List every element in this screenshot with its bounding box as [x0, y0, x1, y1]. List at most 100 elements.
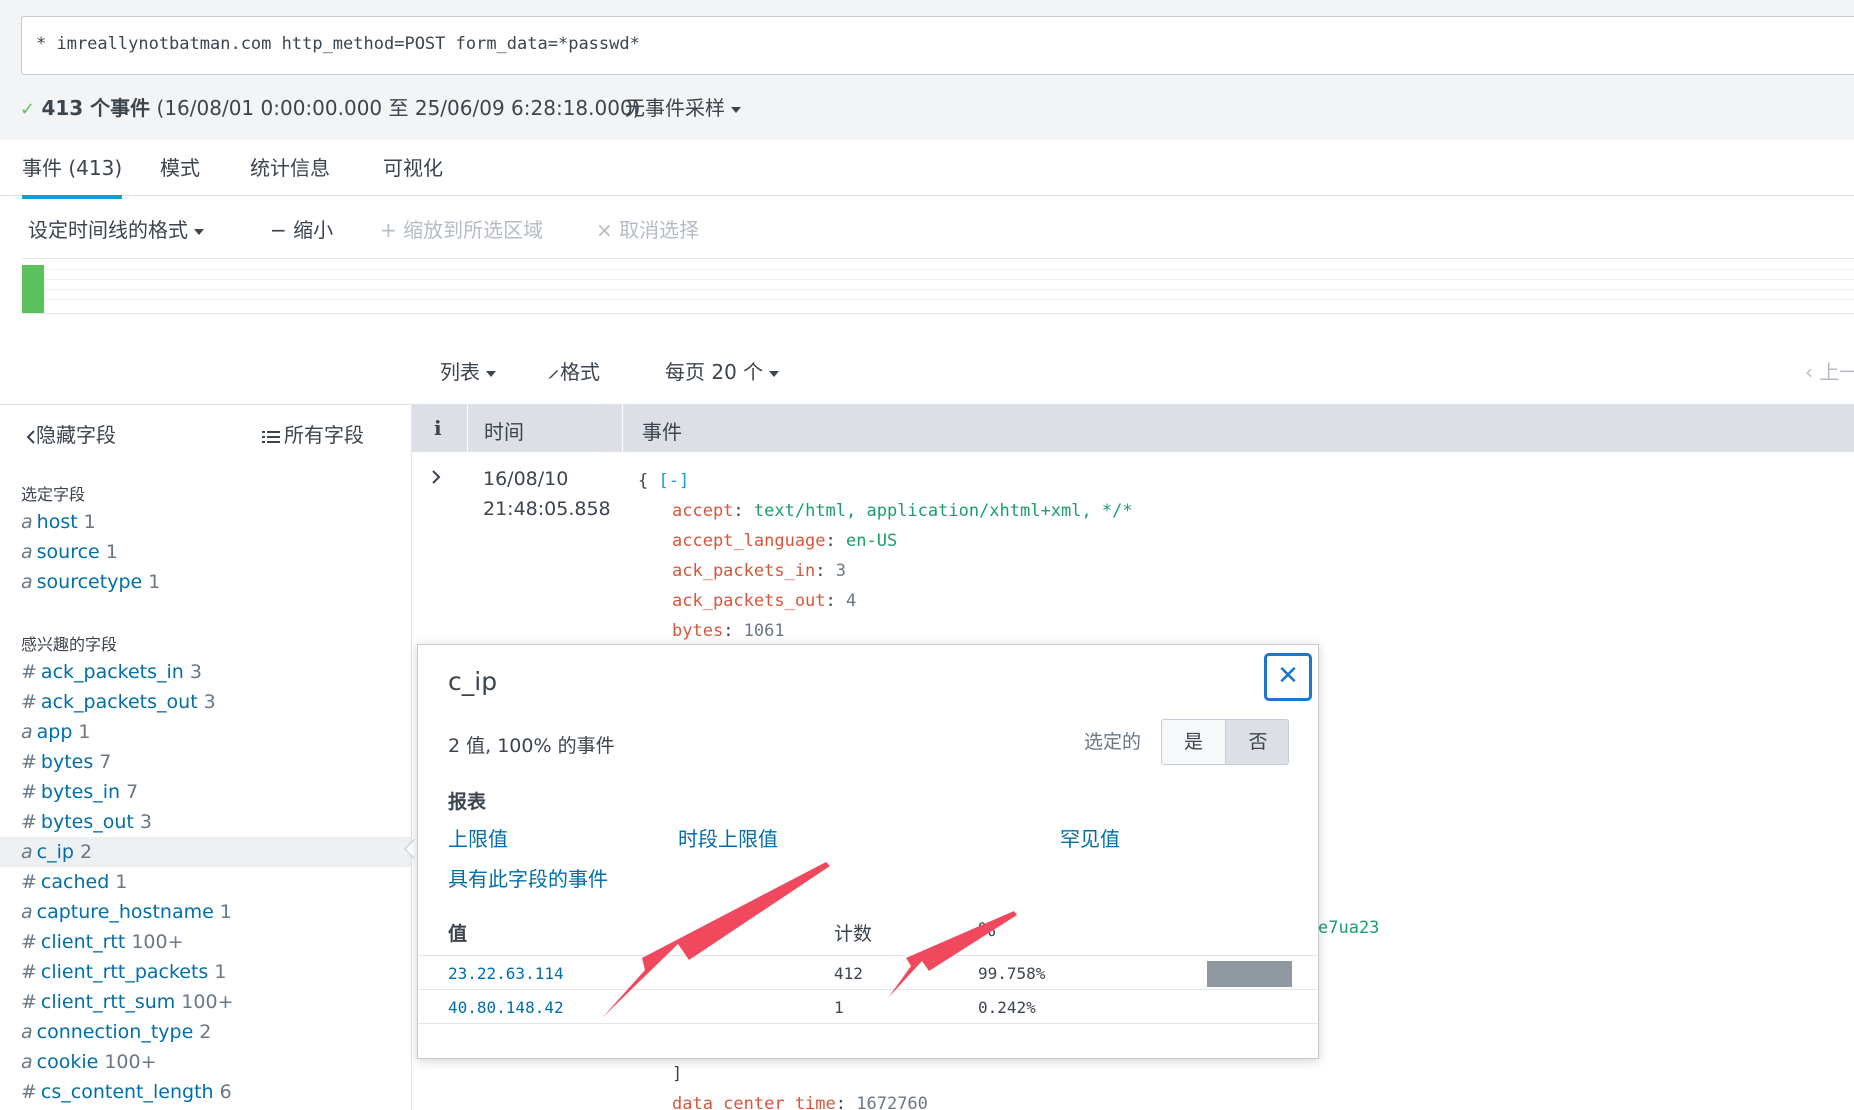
- field-name[interactable]: cs_content_length: [41, 1081, 214, 1103]
- event-partial-value[interactable]: e7ua23: [1318, 918, 1379, 938]
- value-row[interactable]: 23.22.63.114 412 99.758%: [418, 955, 1318, 989]
- field-item-capture-hostname[interactable]: a capture_hostname 1: [0, 897, 411, 927]
- zoom-to-selection-button[interactable]: + 缩放到所选区域: [380, 214, 543, 243]
- field-count: 1: [78, 721, 91, 743]
- field-item-source[interactable]: a source 1: [0, 537, 411, 567]
- all-fields-button[interactable]: 所有字段: [262, 419, 364, 448]
- field-name[interactable]: cached: [41, 871, 109, 893]
- event-key[interactable]: bytes: [672, 621, 723, 641]
- event-key[interactable]: accept: [672, 501, 733, 521]
- field-type-icon: a: [21, 571, 33, 593]
- search-query-text[interactable]: * imreallynotbatman.com http_method=POST…: [36, 34, 640, 54]
- timeline-format-dropdown[interactable]: 设定时间线的格式: [28, 214, 204, 243]
- field-item-bytes-out[interactable]: # bytes_out 3: [0, 807, 411, 837]
- field-name[interactable]: ack_packets_in: [41, 661, 184, 683]
- tab-visualization[interactable]: 可视化: [383, 152, 443, 195]
- events-with-field-link[interactable]: 具有此字段的事件: [448, 863, 608, 892]
- field-name[interactable]: client_rtt_packets: [41, 961, 208, 983]
- field-name[interactable]: host: [37, 511, 78, 533]
- field-item-c-ip[interactable]: a c_ip 2: [0, 837, 411, 867]
- field-item-cached[interactable]: # cached 1: [0, 867, 411, 897]
- field-name[interactable]: client_rtt: [41, 931, 125, 953]
- event-key[interactable]: data_center_time: [672, 1094, 836, 1110]
- field-item-bytes[interactable]: # bytes 7: [0, 747, 411, 777]
- search-input[interactable]: * imreallynotbatman.com http_method=POST…: [21, 16, 1854, 75]
- event-last-line: data_center_time: 1672760: [672, 1094, 928, 1110]
- per-page-dropdown[interactable]: 每页 20 个: [665, 356, 780, 385]
- tab-events[interactable]: 事件 (413): [22, 152, 123, 199]
- deselect-button[interactable]: × 取消选择: [596, 214, 699, 243]
- hide-fields-label: 隐藏字段: [36, 423, 116, 447]
- event-key[interactable]: ack_packets_out: [672, 591, 826, 611]
- field-name[interactable]: ack_packets_out: [41, 691, 198, 713]
- value-link[interactable]: 40.80.148.42: [448, 998, 564, 1017]
- zoom-out-button[interactable]: − 缩小: [270, 214, 333, 243]
- value-link[interactable]: 23.22.63.114: [448, 964, 564, 983]
- field-name[interactable]: app: [37, 721, 73, 743]
- toggle-yes-button[interactable]: 是: [1162, 720, 1226, 764]
- event-time: 21:48:05.858: [483, 498, 611, 520]
- field-name[interactable]: client_rtt_sum: [41, 991, 175, 1013]
- event-value[interactable]: text/html, application/xhtml+xml, */*: [754, 501, 1133, 521]
- field-name[interactable]: cookie: [37, 1051, 99, 1073]
- top-values-link[interactable]: 上限值: [448, 823, 508, 852]
- sampling-dropdown[interactable]: 无事件采样: [625, 92, 741, 121]
- pager-prev-button[interactable]: ‹ 上一: [1805, 356, 1854, 385]
- values-header-value: 值: [448, 923, 468, 945]
- value-row[interactable]: 40.80.148.42 1 0.242%: [418, 989, 1318, 1023]
- field-item-connection-type[interactable]: a connection_type 2: [0, 1017, 411, 1047]
- field-item-bytes-in[interactable]: # bytes_in 7: [0, 777, 411, 807]
- expand-event-icon[interactable]: [431, 466, 441, 490]
- collapse-toggle[interactable]: [-]: [658, 471, 689, 491]
- field-item-ack-packets-in[interactable]: # ack_packets_in 3: [0, 657, 411, 687]
- event-value[interactable]: 4: [846, 591, 856, 611]
- field-item-cs-content-length[interactable]: # cs_content_length 6: [0, 1077, 411, 1107]
- field-name[interactable]: c_ip: [37, 841, 74, 863]
- field-item-sourcetype[interactable]: a sourcetype 1: [0, 567, 411, 597]
- selected-toggle: 是 否: [1161, 719, 1289, 765]
- event-value[interactable]: 1672760: [856, 1094, 928, 1110]
- timeline-chart[interactable]: [22, 258, 1854, 314]
- job-status: ✓ 413 个事件 (16/08/01 0:00:00.000 至 25/06/…: [20, 92, 640, 121]
- event-value[interactable]: 1061: [744, 621, 785, 641]
- list-view-dropdown[interactable]: 列表: [440, 356, 496, 385]
- top-values-by-time-link[interactable]: 时段上限值: [678, 823, 778, 852]
- timeline-bucket-bar[interactable]: [22, 265, 44, 313]
- field-name[interactable]: bytes: [41, 751, 93, 773]
- field-count: 1: [214, 961, 227, 983]
- popover-summary: 2 值, 100% 的事件: [448, 735, 615, 757]
- value-count: 412: [834, 964, 863, 983]
- toggle-no-button[interactable]: 否: [1226, 720, 1288, 764]
- event-key[interactable]: accept_language: [672, 531, 826, 551]
- close-button[interactable]: ✕: [1264, 653, 1312, 701]
- event-key[interactable]: ack_packets_in: [672, 561, 815, 581]
- tab-patterns[interactable]: 模式: [160, 152, 200, 195]
- field-count: 100+: [104, 1051, 157, 1073]
- value-percent-bar: [1207, 961, 1292, 987]
- field-name[interactable]: bytes_in: [41, 781, 120, 803]
- field-count: 2: [199, 1021, 212, 1043]
- field-name[interactable]: sourcetype: [37, 571, 143, 593]
- hide-fields-button[interactable]: 隐藏字段: [26, 419, 116, 448]
- field-item-client-rtt-packets[interactable]: # client_rtt_packets 1: [0, 957, 411, 987]
- tab-statistics[interactable]: 统计信息: [250, 152, 330, 195]
- event-value[interactable]: en-US: [846, 531, 897, 551]
- field-name[interactable]: source: [37, 541, 100, 563]
- col-time[interactable]: 时间: [484, 416, 524, 445]
- field-item-client-rtt[interactable]: # client_rtt 100+: [0, 927, 411, 957]
- field-item-app[interactable]: a app 1: [0, 717, 411, 747]
- field-item-host[interactable]: a host 1: [0, 507, 411, 537]
- field-item-ack-packets-out[interactable]: # ack_packets_out 3: [0, 687, 411, 717]
- format-button[interactable]: 格式: [546, 356, 600, 385]
- field-item-client-rtt-sum[interactable]: # client_rtt_sum 100+: [0, 987, 411, 1017]
- field-count: 2: [79, 841, 93, 863]
- rare-values-link[interactable]: 罕见值: [1060, 823, 1120, 852]
- field-name[interactable]: capture_hostname: [37, 901, 214, 923]
- event-line-open: { [-]: [638, 466, 1133, 496]
- field-name[interactable]: connection_type: [37, 1021, 194, 1043]
- field-count: 100+: [131, 931, 184, 953]
- field-item-cookie[interactable]: a cookie 100+: [0, 1047, 411, 1077]
- event-value[interactable]: 3: [836, 561, 846, 581]
- field-name[interactable]: bytes_out: [41, 811, 134, 833]
- format-label: 格式: [560, 360, 600, 384]
